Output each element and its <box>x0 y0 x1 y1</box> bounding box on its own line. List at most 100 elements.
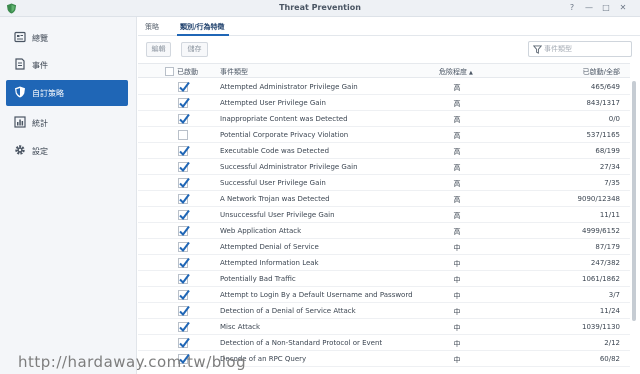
enabled-total-cell: 11/24 <box>599 307 620 315</box>
enabled-total-cell: 0/0 <box>608 115 620 123</box>
risk-level-cell: 高 <box>453 212 461 220</box>
checkmark-icon <box>179 81 190 93</box>
event-type-cell: Potentially Bad Traffic <box>220 275 296 283</box>
risk-level-cell: 高 <box>453 100 461 108</box>
risk-level-cell: 高 <box>453 84 461 92</box>
checkmark-icon <box>179 177 190 189</box>
select-all-checkbox[interactable] <box>165 67 174 76</box>
event-type-cell: Successful Administrator Privilege Gain <box>220 163 358 171</box>
table-row[interactable]: Misc Attack 中 1039/1130 <box>138 319 630 335</box>
enabled-total-cell: 27/34 <box>599 163 620 171</box>
enabled-checkbox-checked[interactable] <box>178 177 190 189</box>
risk-level-cell: 高 <box>453 116 461 124</box>
window-title: Threat Prevention <box>279 3 361 12</box>
event-type-cell: Attempted Administrator Privilege Gain <box>220 83 358 91</box>
risk-level-cell: 中 <box>453 292 461 300</box>
event-type-cell: A Network Trojan was Detected <box>220 195 330 203</box>
enabled-checkbox-checked[interactable] <box>178 161 190 173</box>
enabled-checkbox-unchecked[interactable] <box>178 130 188 140</box>
table-body: Attempted Administrator Privilege Gain 高 4… <box>138 79 630 374</box>
enabled-checkbox-checked[interactable] <box>178 337 190 349</box>
statistics-icon <box>14 116 26 128</box>
enabled-checkbox-checked[interactable] <box>178 289 190 301</box>
table-row[interactable]: A Network Trojan was Detected 高 9090/12348 <box>138 191 630 207</box>
header-enabled-total[interactable]: 已啟動/全部 <box>583 67 620 77</box>
tab-category-behavior[interactable]: 類別/行為特徵 <box>180 22 225 32</box>
scrollbar[interactable] <box>631 79 637 369</box>
table-row[interactable]: Successful User Privilege Gain 高 7/35 <box>138 175 630 191</box>
events-icon <box>15 58 25 70</box>
table-row[interactable]: Executable Code was Detected 高 68/199 <box>138 143 630 159</box>
event-type-cell: Potential Corporate Privacy Violation <box>220 131 349 139</box>
sidebar-item-label: 自訂策略 <box>32 89 64 98</box>
overview-icon <box>14 31 26 43</box>
filter-icon[interactable] <box>533 45 542 54</box>
enabled-checkbox-checked[interactable] <box>178 209 190 221</box>
enabled-checkbox-checked[interactable] <box>178 257 190 269</box>
table-row[interactable]: Web Application Attack 高 4999/6152 <box>138 223 630 239</box>
table-row[interactable]: Attempted Denial of Service 中 87/179 <box>138 239 630 255</box>
risk-level-cell: 高 <box>453 196 461 204</box>
enabled-checkbox-checked[interactable] <box>178 321 190 333</box>
table-row[interactable]: Successful Administrator Privilege Gain 高… <box>138 159 630 175</box>
scroll-thumb[interactable] <box>632 81 636 321</box>
minimize-icon[interactable]: — <box>584 3 594 13</box>
enabled-total-cell: 11/11 <box>599 211 620 219</box>
enabled-total-cell: 1039/1130 <box>582 323 620 331</box>
enabled-checkbox-checked[interactable] <box>178 97 190 109</box>
table-row[interactable]: Attempted Information Leak 中 247/382 <box>138 255 630 271</box>
title-bar: Threat Prevention ? — □ ✕ <box>0 0 640 17</box>
sidebar-item-settings[interactable]: 設定 <box>6 138 128 164</box>
save-button[interactable]: 儲存 <box>181 42 208 57</box>
table-row[interactable]: Potential Corporate Privacy Violation 高 53… <box>138 127 630 143</box>
table-row[interactable]: Attempted User Privilege Gain 高 843/1317 <box>138 95 630 111</box>
table-row[interactable]: Potentially Bad Traffic 中 1061/1862 <box>138 271 630 287</box>
sidebar-item-custom-policy[interactable]: 自訂策略 <box>6 80 128 106</box>
table-row[interactable]: Unsuccessful User Privilege Gain 高 11/11 <box>138 207 630 223</box>
sidebar-item-overview[interactable]: 總覽 <box>6 25 128 51</box>
table-row[interactable]: Attempted Administrator Privilege Gain 高 4… <box>138 79 630 95</box>
enabled-checkbox-checked[interactable] <box>178 305 190 317</box>
sidebar-item-statistics[interactable]: 統計 <box>6 110 128 136</box>
checkmark-icon <box>179 97 190 109</box>
enabled-total-cell: 9090/12348 <box>577 195 620 203</box>
enabled-total-cell: 60/82 <box>599 355 620 363</box>
sidebar-item-label: 事件 <box>32 61 48 70</box>
table-row[interactable]: Inappropriate Content was Detected 高 0/0 <box>138 111 630 127</box>
edit-button[interactable]: 編輯 <box>146 42 171 57</box>
enabled-checkbox-checked[interactable] <box>178 145 190 157</box>
event-type-cell: Attempt to Login By a Default Username a… <box>220 291 413 299</box>
main-panel: 策略 類別/行為特徵 編輯 儲存 已啟動 事件類型 危險程度▲ 已啟動/全部 A… <box>138 17 640 374</box>
checkmark-icon <box>179 305 190 317</box>
event-type-cell: Attempted User Privilege Gain <box>220 99 326 107</box>
enabled-checkbox-checked[interactable] <box>178 193 190 205</box>
enabled-total-cell: 843/1317 <box>586 99 620 107</box>
header-enabled[interactable]: 已啟動 <box>177 67 198 77</box>
risk-level-cell: 中 <box>453 276 461 284</box>
sidebar-item-label: 統計 <box>32 119 48 128</box>
header-risk-level[interactable]: 危險程度 ▲ <box>439 67 473 77</box>
tab-policy[interactable]: 策略 <box>145 22 159 32</box>
tab-bar: 策略 類別/行為特徵 <box>138 17 640 36</box>
enabled-checkbox-checked[interactable] <box>178 225 190 237</box>
table-row[interactable]: Detection of a Non-Standard Protocol or … <box>138 335 630 351</box>
search-input[interactable] <box>544 44 629 54</box>
event-type-cell: Detection of a Non-Standard Protocol or … <box>220 339 383 347</box>
maximize-icon[interactable]: □ <box>601 3 611 13</box>
checkmark-icon <box>179 241 190 253</box>
sidebar-item-events[interactable]: 事件 <box>6 52 128 78</box>
risk-level-cell: 高 <box>453 180 461 188</box>
enabled-total-cell: 465/649 <box>590 83 620 91</box>
table-row[interactable]: Detection of a Denial of Service Attack 中… <box>138 303 630 319</box>
enabled-checkbox-checked[interactable] <box>178 273 190 285</box>
active-tab-indicator <box>177 34 229 36</box>
checkmark-icon <box>179 257 190 269</box>
header-event-type[interactable]: 事件類型 <box>220 67 248 77</box>
checkmark-icon <box>179 209 190 221</box>
enabled-checkbox-checked[interactable] <box>178 81 190 93</box>
enabled-checkbox-checked[interactable] <box>178 113 190 125</box>
enabled-checkbox-checked[interactable] <box>178 241 190 253</box>
help-icon[interactable]: ? <box>567 3 577 13</box>
close-icon[interactable]: ✕ <box>618 3 628 13</box>
table-row[interactable]: Attempt to Login By a Default Username a… <box>138 287 630 303</box>
